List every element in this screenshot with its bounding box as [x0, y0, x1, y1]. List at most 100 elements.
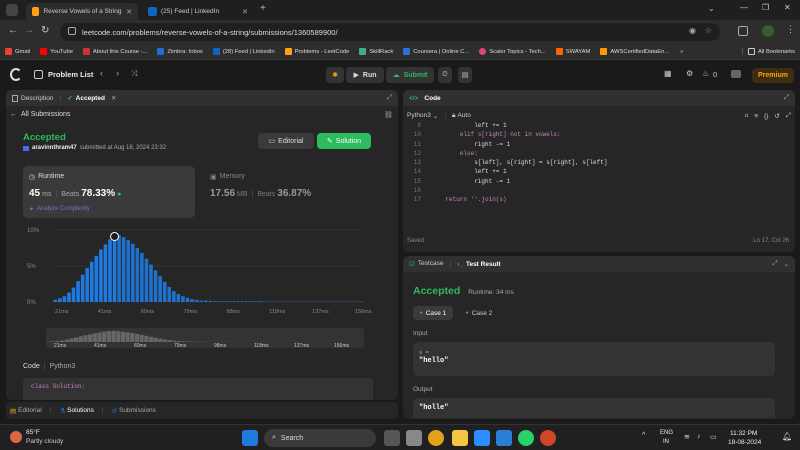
- powerpoint-icon[interactable]: [540, 430, 556, 446]
- tab-test-result[interactable]: ›_ Test Result: [457, 261, 500, 268]
- battery-icon[interactable]: ▭: [710, 433, 717, 441]
- extensions-icon[interactable]: [738, 26, 748, 36]
- bookmark-gmail[interactable]: Gmail: [0, 48, 35, 55]
- windows-start-icon[interactable]: [242, 430, 258, 446]
- runtime-distribution-chart[interactable]: 10% 5% 0% 21ms 41ms 60ms 79ms 98ms 118ms 137ms 156…: [23, 222, 373, 322]
- avatar[interactable]: [731, 70, 741, 78]
- reload-icon[interactable]: ↻: [41, 25, 49, 36]
- tab-overview-icon[interactable]: [6, 4, 18, 16]
- bookmark-aws[interactable]: AWSCertifiedDataEn...: [595, 48, 674, 55]
- bookmark-scaler[interactable]: Scaler Topics - Tech...: [474, 48, 551, 55]
- maximize-icon[interactable]: ❐: [762, 3, 769, 12]
- browser-tab-leetcode[interactable]: Reverse Vowels of a String - Lee ✕: [26, 3, 138, 20]
- bookmark-swayam[interactable]: SWAYAM: [551, 48, 596, 55]
- maximize-panel-icon[interactable]: ⤢: [784, 94, 789, 102]
- incognito-icon[interactable]: ◉: [689, 26, 696, 35]
- notifications-icon[interactable]: 🔔︎: [782, 432, 792, 441]
- leetcode-logo-icon[interactable]: [10, 68, 22, 81]
- memory-card[interactable]: ▣ Memory 17.56 MB | Beats 36.87%: [204, 166, 374, 218]
- more-bookmarks-icon[interactable]: »: [680, 49, 683, 55]
- submit-button[interactable]: ☁ Submit: [386, 67, 434, 83]
- fullscreen-icon[interactable]: ⤢: [786, 112, 791, 120]
- prev-problem-icon[interactable]: ‹: [100, 68, 103, 78]
- maximize-panel-icon[interactable]: ⤢: [387, 94, 392, 102]
- back-icon[interactable]: ←: [8, 25, 18, 36]
- editorial-button[interactable]: ▭ Editorial: [258, 133, 314, 149]
- format-icon[interactable]: ≡: [754, 113, 758, 120]
- bottom-tab-editorial[interactable]: ▤ Editorial: [10, 407, 42, 415]
- all-bookmarks[interactable]: All Bookmarks: [741, 48, 800, 55]
- notes-button[interactable]: ▤: [458, 67, 472, 83]
- problem-list-link[interactable]: Problem List: [48, 70, 93, 79]
- bookmark-youtube[interactable]: YouTube: [35, 48, 78, 55]
- bottom-tab-submissions[interactable]: ↺ Submissions: [112, 407, 156, 415]
- bookmark-linkedin[interactable]: (28) Feed | LinkedIn: [208, 48, 280, 55]
- range-selector[interactable]: 21ms 41ms 60ms 79ms 98ms 118ms 137ms 156ms: [46, 328, 364, 349]
- code-editor[interactable]: 9 left += 1 10 elif s[right] not in vowel…: [407, 121, 791, 205]
- close-tab-icon[interactable]: ✕: [111, 94, 116, 102]
- all-submissions-link[interactable]: ← All Submissions: [10, 111, 70, 118]
- case-1-tab[interactable]: ● Case 1: [413, 306, 453, 320]
- minimize-icon[interactable]: —: [740, 3, 748, 12]
- whatsapp-icon[interactable]: [518, 430, 534, 446]
- analyze-complexity-link[interactable]: ✦ Analyze Complexity: [29, 206, 90, 213]
- settings-gear-icon[interactable]: ⚙: [686, 69, 693, 78]
- solution-button[interactable]: ✎ Solution: [317, 133, 371, 149]
- bookmark-icon[interactable]: ⌑: [745, 112, 748, 120]
- close-tab-icon[interactable]: ✕: [126, 8, 132, 16]
- volume-icon[interactable]: ♪: [697, 433, 701, 440]
- show-hidden-icons[interactable]: ^: [642, 432, 645, 439]
- bookmark-coursera[interactable]: Coursera | Online C...: [398, 48, 474, 55]
- tab-description[interactable]: Description: [12, 94, 54, 102]
- profile-avatar[interactable]: [762, 25, 774, 37]
- site-info-icon[interactable]: [68, 27, 76, 35]
- tab-accepted[interactable]: ✓ Accepted: [67, 94, 105, 103]
- layout-icon[interactable]: ▦: [664, 69, 672, 78]
- bookmark-course[interactable]: About this Course -...: [78, 48, 152, 55]
- taskbar-search[interactable]: ⌕ Search: [264, 429, 376, 447]
- submitted-code-block[interactable]: class Solution:: [23, 378, 373, 400]
- wifi-icon[interactable]: ≋: [684, 433, 690, 441]
- files-app-icon[interactable]: [406, 430, 422, 446]
- file-explorer-icon[interactable]: [452, 430, 468, 446]
- close-tab-icon[interactable]: ✕: [242, 8, 248, 16]
- maximize-panel-icon[interactable]: ⤢: [772, 260, 777, 268]
- forward-icon[interactable]: →: [24, 25, 34, 36]
- language-select[interactable]: Python3 ⌄: [407, 112, 438, 120]
- tab-search-icon[interactable]: ⌄: [708, 4, 715, 13]
- timer-button[interactable]: ⏲: [438, 67, 452, 83]
- tab-testcase[interactable]: ☑ Testcase: [409, 260, 443, 268]
- url-input[interactable]: leetcode.com/problems/reverse-vowels-of-…: [60, 23, 720, 41]
- store-icon[interactable]: [474, 430, 490, 446]
- weather-icon[interactable]: [10, 431, 22, 443]
- shuffle-icon[interactable]: ⤨: [131, 69, 137, 79]
- bookmark-leetcode[interactable]: Problems - LeetCode: [280, 48, 355, 55]
- fire-icon[interactable]: ♨: [702, 69, 709, 78]
- browser-tab-linkedin[interactable]: (25) Feed | LinkedIn ✕: [142, 3, 254, 20]
- share-link-icon[interactable]: ⛓: [384, 111, 393, 119]
- chrome-icon[interactable]: [428, 430, 444, 446]
- task-view-icon[interactable]: [384, 430, 400, 446]
- braces-icon[interactable]: {}: [764, 113, 768, 120]
- next-problem-icon[interactable]: ›: [116, 68, 119, 78]
- vscode-icon[interactable]: [496, 430, 512, 446]
- bookmark-star-icon[interactable]: ☆: [705, 26, 712, 35]
- problem-list-icon[interactable]: [34, 70, 43, 79]
- auto-complete-toggle[interactable]: 🔒︎ Auto: [452, 112, 471, 120]
- runtime-card[interactable]: ◷ Runtime 45 ms | Beats 78.33% ● ✦ Analyze…: [23, 166, 195, 218]
- bottom-tab-solutions[interactable]: ⚗ Solutions: [59, 407, 94, 415]
- debug-button[interactable]: ✱: [326, 67, 344, 83]
- close-window-icon[interactable]: ✕: [784, 3, 791, 12]
- clock-time[interactable]: 11:32 PM: [730, 430, 757, 437]
- new-tab-icon[interactable]: +: [260, 3, 266, 14]
- case-2-tab[interactable]: ● Case 2: [459, 306, 499, 320]
- language-indicator[interactable]: ENG: [660, 430, 673, 436]
- collapse-panel-icon[interactable]: ⌄: [784, 260, 789, 268]
- bookmark-zimbra[interactable]: Zimbra: Inbox: [152, 48, 207, 55]
- reset-icon[interactable]: ↺: [774, 112, 779, 120]
- bookmark-skillrack[interactable]: SkillRack: [354, 48, 398, 55]
- username[interactable]: aravinnthram47: [32, 145, 77, 151]
- run-button[interactable]: ▶ Run: [346, 67, 384, 83]
- menu-icon[interactable]: ⋮: [786, 24, 795, 35]
- premium-button[interactable]: Premium: [752, 68, 794, 83]
